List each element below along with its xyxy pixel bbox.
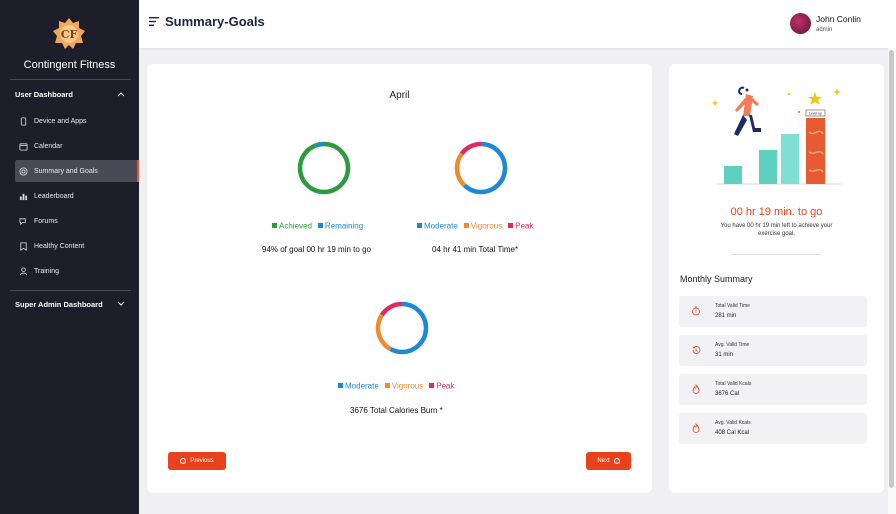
sidebar-item-label: Summary and Goals (34, 167, 98, 175)
stat-label: Avg. Valid Kcals (715, 420, 751, 426)
top-header: Summary-Goals John Conlin admin (139, 0, 896, 48)
legend-item-peak: Peak (508, 221, 533, 230)
stat-label: Avg. Valid Time (715, 342, 750, 348)
user-name[interactable]: John Conlin (816, 14, 861, 24)
section-label: User Dashboard (15, 89, 73, 99)
goal-card: Level up 00 hr 19 min. to go You have 00… (669, 64, 884, 493)
menu-icon[interactable] (149, 17, 159, 26)
calories-caption: 3676 Total Calories Burn * (350, 406, 443, 415)
level-badge-text: Level up (809, 112, 822, 116)
stat-value: 281 min (715, 313, 737, 319)
sidebar-section-super-admin[interactable]: Super Admin Dashboard (15, 295, 133, 313)
monthly-summary-title: Monthly Summary (680, 274, 753, 284)
flame-icon (692, 423, 700, 433)
sidebar-item-label: Calendar (34, 142, 63, 150)
legend-item-achieved: Achieved (272, 221, 312, 230)
sidebar-divider (10, 79, 131, 80)
stat-avg-valid-kcals: Avg. Valid Kcals 408 Cal Kcal (679, 413, 867, 444)
stopwatch-icon (692, 306, 700, 316)
sidebar-item-label: Leaderboard (34, 192, 74, 200)
sidebar-item-summary-and-goals[interactable]: Summary and Goals (15, 160, 139, 182)
section-label: Super Admin Dashboard (15, 299, 103, 309)
time-left-text: 00 hr 19 min. to go (730, 206, 823, 218)
history-icon (692, 346, 701, 354)
brand-name: Contingent Fitness (23, 59, 116, 71)
divider (731, 254, 821, 255)
legend-item-remaining: Remaining (317, 221, 363, 230)
sidebar-section-user-dashboard[interactable]: User Dashboard (15, 85, 133, 103)
time-left-subtext: You have 00 hr 19 min left to achieve yo… (720, 223, 833, 237)
scrollbar-thumb[interactable] (889, 50, 894, 488)
donut-segment-achieved (297, 141, 351, 195)
stat-avg-valid-time: Avg. Valid Time 31 min (679, 335, 867, 366)
legend-item-vigorous: Vigorous (384, 381, 423, 390)
page-title: Summary-Goals (165, 14, 265, 29)
legend-time: Moderate Vigorous Peak (417, 221, 533, 230)
sidebar-item-label: Device and Apps (34, 117, 87, 125)
previous-label: Previous (190, 458, 214, 464)
brand-logo-icon: CF (53, 18, 85, 49)
sidebar-item-label: Healthy Content (34, 242, 85, 250)
content-icon (20, 241, 27, 251)
forum-icon (19, 217, 26, 225)
sidebar-item-forums[interactable]: Forums (15, 210, 139, 232)
page-scrollbar[interactable] (888, 48, 896, 514)
user-icon (19, 266, 28, 275)
chevron-up-icon (117, 92, 125, 97)
avatar[interactable] (790, 13, 811, 34)
legend-item-vigorous: Vigorous (463, 221, 502, 230)
goal-caption: 94% of goal 00 hr 19 min to go (262, 245, 371, 254)
sidebar-item-healthy-content[interactable]: Healthy Content (15, 235, 139, 257)
svg-text:CF: CF (61, 28, 78, 41)
stat-total-valid-time: Total Valid Time 281 min (679, 296, 867, 327)
achieved-donut-chart (297, 141, 351, 195)
time-caption: 04 hr 41 min Total Time* (432, 245, 519, 254)
arrow-right-icon: › (613, 458, 620, 464)
chevron-down-icon (117, 301, 125, 306)
device-icon (20, 116, 27, 126)
stat-total-valid-kcals: Total Valid Kcals 3676 Cal (679, 374, 867, 405)
next-label: Next (597, 458, 610, 464)
sidebar-divider (10, 290, 131, 291)
sidebar-item-calendar[interactable]: Calendar (15, 135, 139, 157)
sidebar-item-label: Forums (34, 217, 58, 225)
previous-button[interactable]: ‹ Previous (168, 452, 226, 470)
calories-donut-chart (375, 301, 429, 355)
next-button[interactable]: Next › (586, 452, 631, 470)
sidebar-item-label: Training (34, 267, 60, 275)
target-icon (19, 166, 28, 176)
calendar-icon (19, 142, 28, 151)
sidebar-item-leaderboard[interactable]: Leaderboard (15, 185, 139, 207)
level-up-illustration: Level up (712, 86, 841, 185)
sidebar-item-training[interactable]: Training (15, 260, 139, 282)
arrow-left-icon: ‹ (180, 458, 187, 464)
legend-goal: Achieved Remaining (272, 221, 363, 230)
flame-icon (692, 384, 700, 394)
time-donut-chart (454, 141, 508, 195)
stat-label: Total Valid Time (715, 303, 750, 309)
legend-item-moderate: Moderate (417, 221, 458, 230)
sidebar: CF Contingent Fitness User Dashboard Dev… (0, 0, 139, 514)
stat-value: 408 Cal Kcal (715, 430, 750, 436)
user-role: admin (816, 27, 833, 33)
legend-item-moderate: Moderate (338, 381, 379, 390)
summary-card: April Achieved Remaining 94% of goal 00 … (147, 64, 652, 493)
stat-label: Total Valid Kcals (715, 381, 752, 387)
legend-calories: Moderate Vigorous Peak (338, 381, 454, 390)
month-label: April (389, 90, 410, 101)
stat-value: 31 min (715, 352, 734, 358)
legend-item-peak: Peak (429, 381, 454, 390)
leaderboard-icon (19, 193, 28, 200)
sidebar-item-device-and-apps[interactable]: Device and Apps (15, 110, 139, 132)
stat-value: 3676 Cal (715, 391, 740, 397)
